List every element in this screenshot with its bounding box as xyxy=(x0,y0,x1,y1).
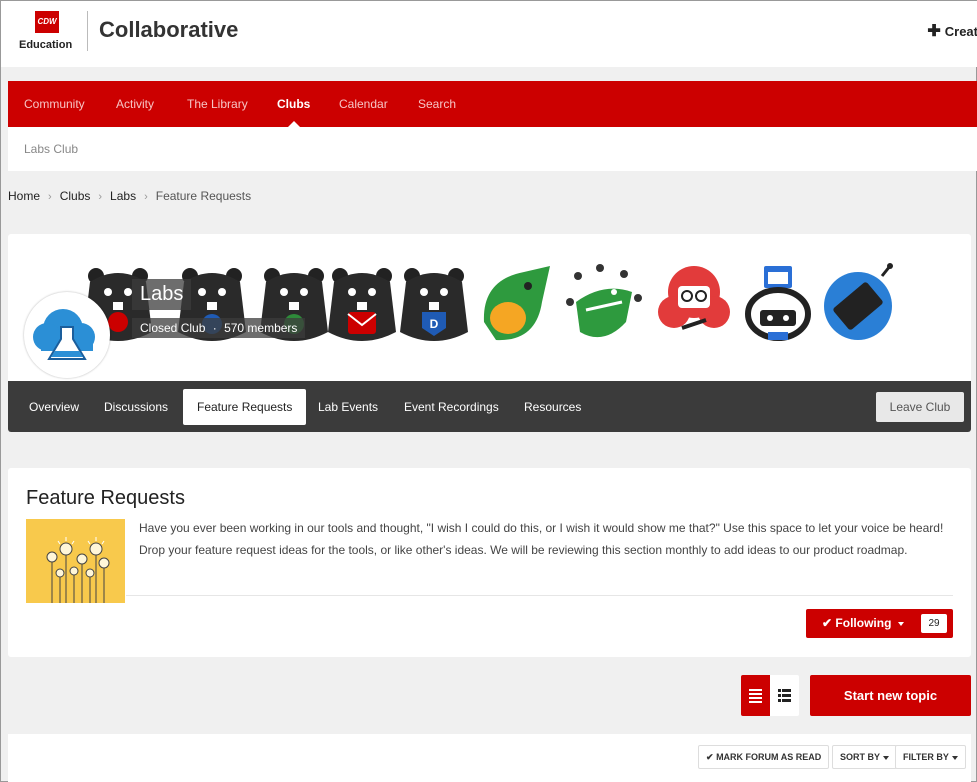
lightbulbs-icon xyxy=(46,537,110,603)
chevron-right-icon: › xyxy=(48,191,52,203)
club-name: Labs xyxy=(132,279,192,310)
start-new-topic-button[interactable]: Start new topic xyxy=(810,675,971,716)
club-type: Closed Club xyxy=(140,321,206,335)
table-view-button[interactable] xyxy=(741,675,770,716)
following-label: Following xyxy=(835,616,892,630)
bird-mascot-icon xyxy=(483,266,550,341)
create-button[interactable]: ✚ Creat xyxy=(927,21,977,41)
mark-read-label: MARK FORUM AS READ xyxy=(716,752,822,762)
logo-badge: CDW xyxy=(35,11,59,33)
following-button[interactable]: ✔ Following 29 xyxy=(806,609,953,638)
caret-down-icon xyxy=(897,621,904,626)
list-view-icon xyxy=(749,689,762,703)
robot-mascot-icon xyxy=(745,266,811,341)
nav-item-calendar[interactable]: Calendar xyxy=(339,81,388,127)
followers-count[interactable]: 29 xyxy=(921,614,947,633)
club-meta: Closed Club · 570 members xyxy=(132,318,306,338)
create-label: Creat xyxy=(944,24,977,39)
tab-overview[interactable]: Overview xyxy=(15,389,93,425)
meta-separator: · xyxy=(212,321,217,335)
tab-lab-events[interactable]: Lab Events xyxy=(304,389,392,425)
tab-event-recordings[interactable]: Event Recordings xyxy=(390,389,513,425)
check-icon: ✔ xyxy=(822,616,833,630)
beaver-mascot-icon xyxy=(328,268,396,341)
club-header: D Labs Closed Club · 570 members Overvie… xyxy=(8,234,971,432)
tab-resources[interactable]: Resources xyxy=(510,389,595,425)
breadcrumb-current: Feature Requests xyxy=(155,189,252,203)
nav-item-clubs[interactable]: Clubs xyxy=(277,81,310,127)
cloud-lab-icon xyxy=(33,309,95,360)
breadcrumb-labs[interactable]: Labs xyxy=(110,189,136,203)
sub-nav: Labs Club xyxy=(8,127,977,171)
chevron-right-icon: › xyxy=(98,191,103,203)
alligator-mascot-icon xyxy=(566,264,642,338)
mark-forum-read-button[interactable]: ✔ MARK FORUM AS READ xyxy=(698,745,830,769)
view-toggle xyxy=(741,675,799,716)
filter-by-button[interactable]: FILTER BY xyxy=(895,745,966,769)
tab-discussions[interactable]: Discussions xyxy=(90,389,182,425)
main-nav: Community Activity The Library Clubs Cal… xyxy=(8,81,977,127)
sort-by-button[interactable]: SORT BY xyxy=(832,745,898,769)
sort-by-label: SORT BY xyxy=(840,752,881,762)
top-header: CDW Education Collaborative ✚ Creat xyxy=(1,1,977,67)
filter-by-label: FILTER BY xyxy=(903,752,949,762)
divider xyxy=(126,595,953,596)
breadcrumb-clubs[interactable]: Clubs xyxy=(60,189,91,203)
logo-text: Education xyxy=(19,39,73,51)
beaver-mascot-icon: D xyxy=(400,268,468,341)
svg-text:D: D xyxy=(430,317,439,331)
forum-image xyxy=(26,519,125,603)
site-title[interactable]: Collaborative xyxy=(99,17,238,43)
club-members[interactable]: 570 members xyxy=(224,321,297,335)
subnav-item-labs-club[interactable]: Labs Club xyxy=(24,142,78,156)
film-mascot-icon xyxy=(824,263,893,340)
forum-description: Have you ever been working in our tools … xyxy=(139,521,944,557)
forum-header: Feature Requests Have you ever been work… xyxy=(8,468,971,657)
club-tabs: Overview Discussions Feature Requests La… xyxy=(8,381,971,432)
plus-icon: ✚ xyxy=(927,23,941,40)
nav-item-search[interactable]: Search xyxy=(418,81,456,127)
check-icon: ✔ xyxy=(706,752,714,762)
site-logo[interactable]: CDW Education xyxy=(19,11,79,53)
grid-view-button[interactable] xyxy=(770,675,799,716)
forum-toolbar: ✔ MARK FORUM AS READ SORT BY FILTER BY xyxy=(8,734,971,782)
forum-title: Feature Requests xyxy=(26,487,185,509)
leave-club-button[interactable]: Leave Club xyxy=(876,392,964,422)
following-label-wrap: ✔ Following xyxy=(822,609,904,638)
breadcrumb-home[interactable]: Home xyxy=(8,189,40,203)
detail-list-icon xyxy=(778,689,791,702)
chevron-right-icon: › xyxy=(144,191,148,203)
club-avatar[interactable] xyxy=(24,292,110,378)
nav-item-community[interactable]: Community xyxy=(24,81,85,127)
caret-down-icon xyxy=(883,755,890,760)
nav-item-activity[interactable]: Activity xyxy=(116,81,154,127)
breadcrumb: Home › Clubs › Labs › Feature Requests xyxy=(8,189,251,203)
logo-divider xyxy=(87,11,88,51)
cloud-mascot-icon xyxy=(658,266,730,330)
tab-feature-requests[interactable]: Feature Requests xyxy=(183,389,307,425)
caret-down-icon xyxy=(951,755,958,760)
nav-item-library[interactable]: The Library xyxy=(187,81,248,127)
